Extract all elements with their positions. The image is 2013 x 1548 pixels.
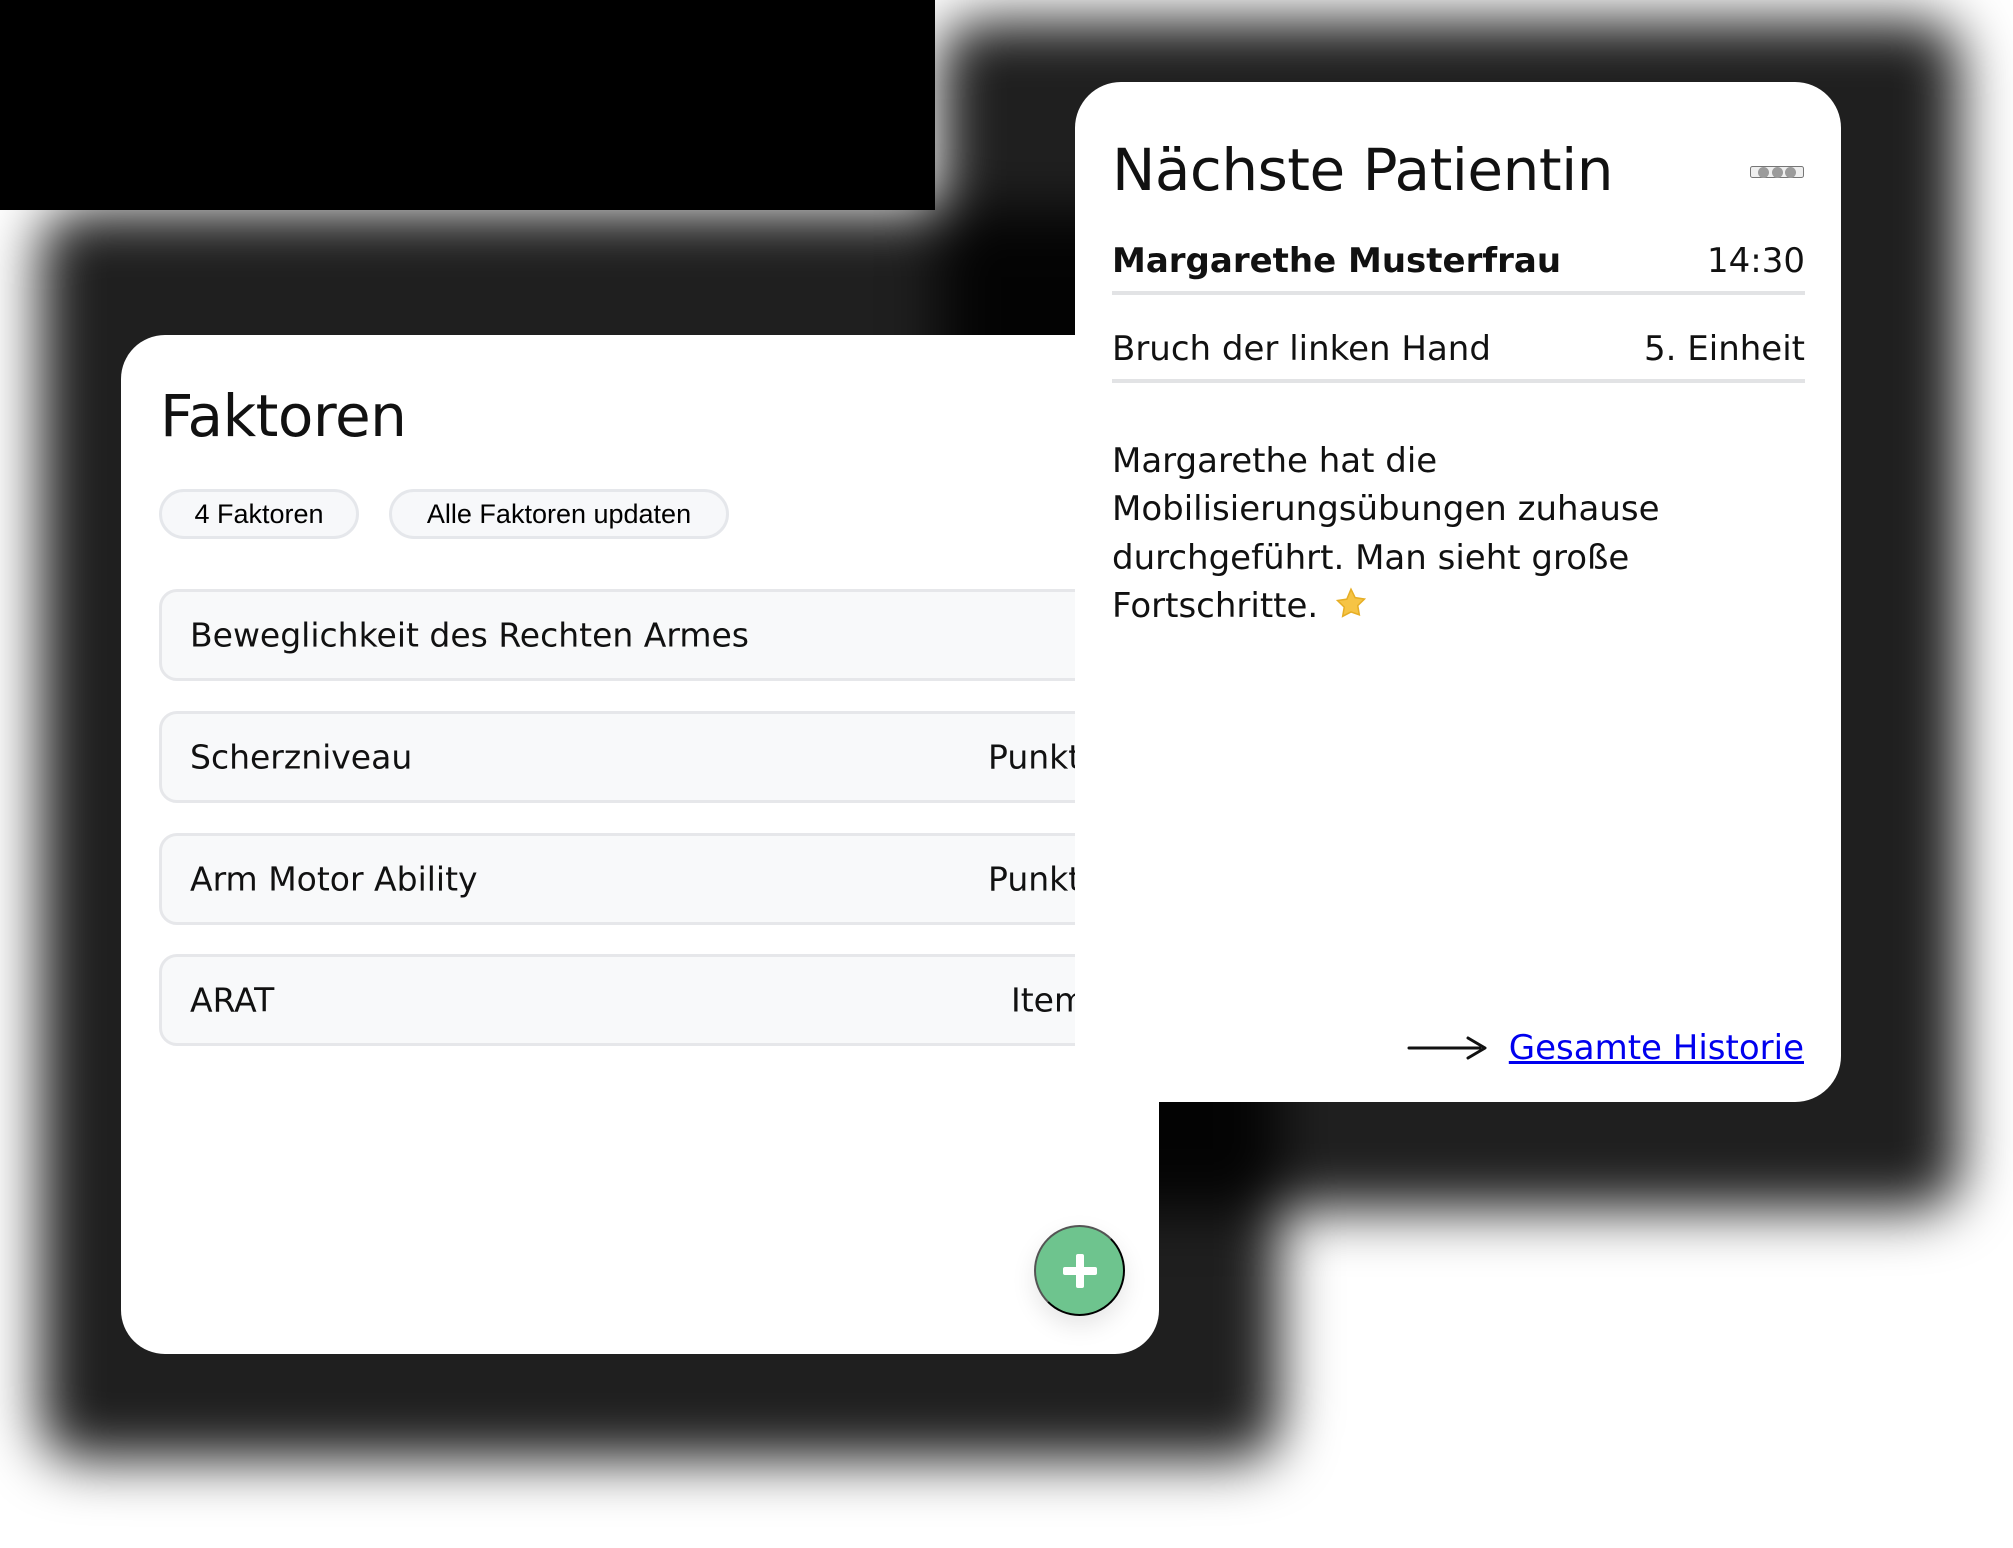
factor-row-label: ARAT xyxy=(190,980,275,1020)
factor-row-unit: Punkt xyxy=(988,859,1082,899)
arrow-right-icon xyxy=(1407,1036,1487,1060)
update-all-factors-chip[interactable]: Alle Faktoren updaten xyxy=(389,489,729,539)
appointment-time: 14:30 xyxy=(1707,241,1805,281)
diagnosis-row[interactable]: Bruch der linken Hand 5. Einheit xyxy=(1112,329,1805,383)
patient-note: Margarethe hat die Mobilisierungsübungen… xyxy=(1112,437,1812,630)
factor-row-label: Scherzniveau xyxy=(190,737,413,777)
star-icon xyxy=(1335,587,1367,618)
add-factor-button[interactable] xyxy=(1034,1225,1125,1316)
diagnosis-text: Bruch der linken Hand xyxy=(1112,329,1491,369)
full-history-text: Gesamte Historie xyxy=(1508,1028,1804,1068)
full-history-link[interactable]: Gesamte Historie xyxy=(1407,1031,1804,1065)
factor-count-chip[interactable]: 4 Faktoren xyxy=(159,489,359,539)
patient-summary-row[interactable]: Margarethe Musterfrau 14:30 xyxy=(1112,241,1805,295)
factor-row-label: Arm Motor Ability xyxy=(190,859,478,899)
factor-row[interactable]: Arm Motor Ability Punkt xyxy=(159,833,1159,925)
plus-icon xyxy=(1062,1253,1097,1288)
next-patient-title: Nächste Patientin xyxy=(1112,136,1613,204)
factor-row-label: Beweglichkeit des Rechten Armes xyxy=(190,615,750,655)
factor-row[interactable]: ARAT Item xyxy=(159,954,1159,1046)
more-horizontal-icon[interactable] xyxy=(1750,166,1804,178)
more-dot-icon xyxy=(1771,166,1783,178)
more-dot-icon xyxy=(1758,166,1769,178)
factor-row[interactable]: Scherzniveau Punkt xyxy=(159,711,1159,803)
factors-title: Faktoren xyxy=(160,382,407,450)
factor-row-unit: Punkt xyxy=(988,737,1082,777)
next-patient-card: Nächste Patientin Margarethe Musterfrau … xyxy=(1075,82,1841,1102)
factors-card: Faktoren 4 Faktoren Alle Faktoren update… xyxy=(121,335,1159,1354)
factor-row[interactable]: Beweglichkeit des Rechten Armes xyxy=(159,589,1159,681)
patient-note-text: Margarethe hat die Mobilisierungsübungen… xyxy=(1112,441,1660,626)
more-dot-icon xyxy=(1785,166,1796,178)
top-black-backdrop xyxy=(0,0,935,210)
patient-name: Margarethe Musterfrau xyxy=(1112,241,1562,281)
scene: Faktoren 4 Faktoren Alle Faktoren update… xyxy=(0,0,2013,1548)
session-number: 5. Einheit xyxy=(1644,329,1805,369)
